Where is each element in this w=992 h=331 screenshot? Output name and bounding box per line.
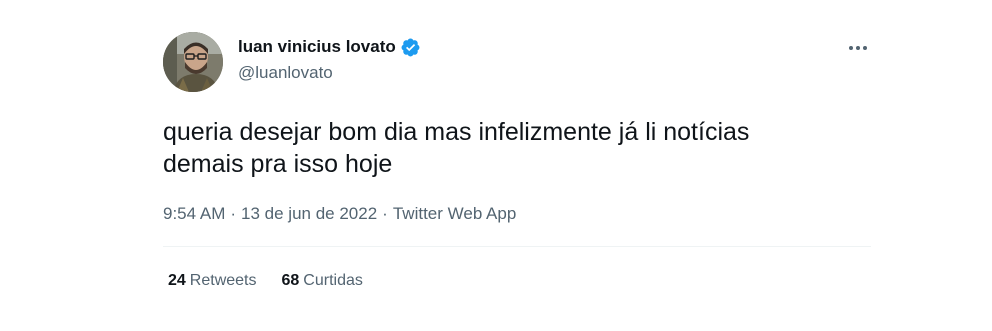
profile-photo-icon <box>163 32 223 92</box>
tweet-meta: 9:54 AM · 13 de jun de 2022 · Twitter We… <box>163 203 516 225</box>
avatar[interactable] <box>163 32 223 92</box>
meta-separator: · <box>230 204 237 223</box>
retweets-count: 24 <box>168 272 186 289</box>
author-handle[interactable]: @luanlovato <box>238 62 333 84</box>
more-options-button[interactable] <box>842 36 874 60</box>
author-display-name[interactable]: luan vinicius lovato <box>238 36 396 58</box>
more-options-icon <box>849 46 867 50</box>
author-name-row[interactable]: luan vinicius lovato <box>238 36 421 58</box>
tweet-text: queria desejar bom dia mas infelizmente … <box>163 118 750 178</box>
likes-label: Curtidas <box>303 272 363 289</box>
verified-badge-icon <box>400 37 421 58</box>
retweets-label: Retweets <box>189 272 257 289</box>
tweet-time[interactable]: 9:54 AM <box>163 203 225 225</box>
tweet-card: luan vinicius lovato @luanlovato queria … <box>0 0 992 331</box>
divider <box>163 246 871 247</box>
likes-stat[interactable]: 68 Curtidas <box>282 270 363 292</box>
retweets-stat[interactable]: 24 Retweets <box>168 270 257 292</box>
tweet-date[interactable]: 13 de jun de 2022 <box>241 203 377 225</box>
meta-separator: · <box>382 204 388 223</box>
tweet-source-link[interactable]: Twitter Web App <box>393 203 516 225</box>
likes-count: 68 <box>281 272 300 289</box>
tweet-stats: 24 Retweets 68 Curtidas <box>168 270 363 292</box>
